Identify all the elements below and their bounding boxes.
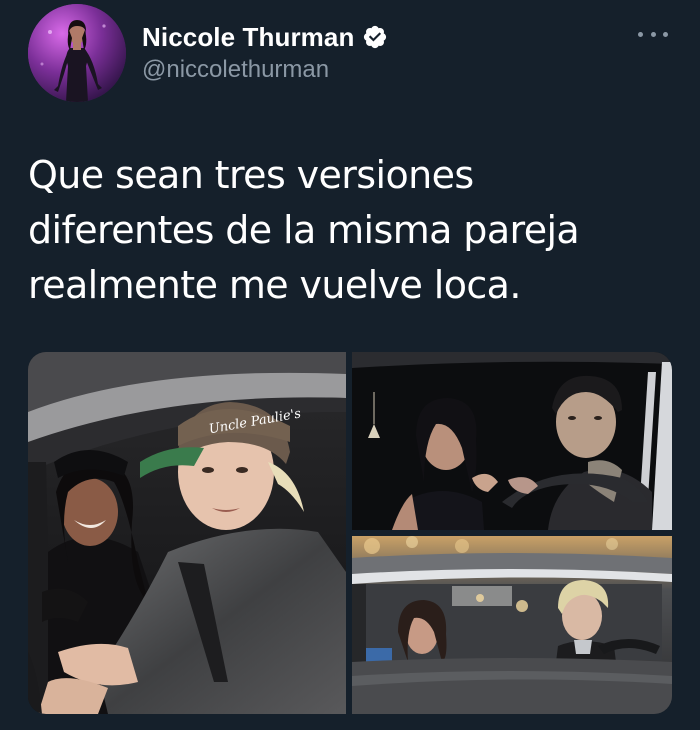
author-handle[interactable]: @niccolethurman (142, 56, 388, 84)
media-photo-2[interactable] (352, 352, 672, 530)
dot-icon (638, 31, 643, 37)
avatar[interactable] (28, 4, 126, 102)
dot-icon (650, 31, 656, 37)
media-photo-1[interactable]: Uncle Paulie's (28, 352, 346, 714)
tweet: Niccole Thurman @niccolethurman Que sean… (0, 0, 700, 730)
tweet-text: Que sean tres versiones diferentes de la… (28, 153, 580, 307)
car-couple-photo-icon (352, 352, 672, 530)
avatar-photo (28, 4, 126, 102)
media-grid: Uncle Paulie's (28, 352, 672, 714)
author-block: Niccole Thurman @niccolethurman (142, 20, 388, 84)
car-couple-photo-icon: Uncle Paulie's (28, 352, 346, 714)
verified-badge-icon (362, 24, 388, 50)
display-name[interactable]: Niccole Thurman (142, 22, 354, 53)
dot-icon (663, 31, 668, 37)
media-photo-3[interactable] (352, 536, 672, 714)
car-couple-photo-icon (352, 536, 672, 714)
more-options-icon[interactable] (638, 24, 668, 44)
author-name-row: Niccole Thurman (142, 20, 388, 54)
